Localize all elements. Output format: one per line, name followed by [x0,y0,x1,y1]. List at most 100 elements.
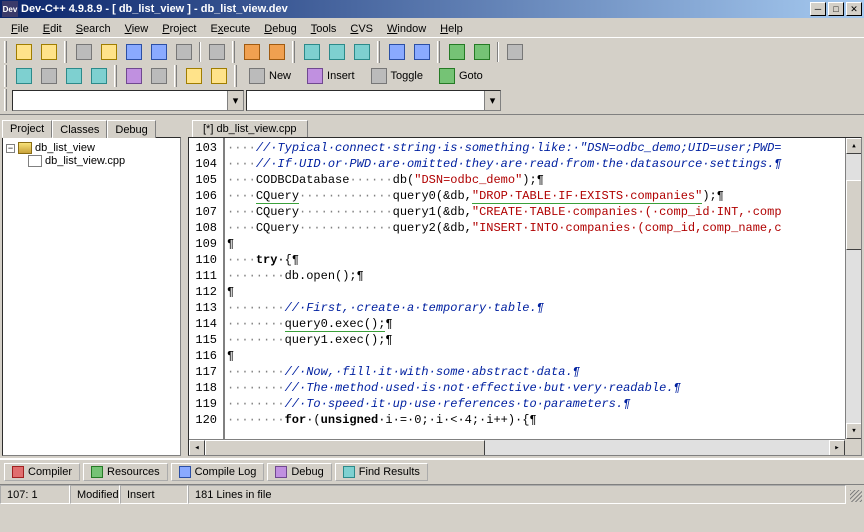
new-project-button[interactable] [445,41,468,63]
toolbar-grip[interactable] [4,89,7,111]
save-button[interactable] [122,41,145,63]
print-button[interactable] [205,41,228,63]
toolbar-grip[interactable] [4,65,7,87]
undo-button[interactable] [240,41,263,63]
tab-project[interactable]: Project [2,120,52,138]
toolbar-grip[interactable] [4,41,7,63]
back-button[interactable] [12,41,35,63]
scroll-right-icon[interactable]: ▸ [829,440,845,456]
replace-button[interactable] [325,41,348,63]
window-title: Dev-C++ 4.9.8.9 - [ db_list_view ] - db_… [21,3,288,15]
editor-tab[interactable]: [*] db_list_view.cpp [192,120,308,137]
compile-button[interactable] [12,65,35,87]
about-button[interactable] [207,65,230,87]
toolbar-grip[interactable] [437,41,440,63]
resources-icon [91,466,103,478]
tab-compiler[interactable]: Compiler [4,463,80,481]
chevron-down-icon[interactable]: ▾ [484,91,500,110]
profile-button[interactable] [147,65,170,87]
close-file-button[interactable] [172,41,195,63]
find-button[interactable] [300,41,323,63]
tab-compile-log[interactable]: Compile Log [171,463,265,481]
add-file-button[interactable] [470,41,493,63]
project-tree[interactable]: − db_list_view db_list_view.cpp [2,137,181,456]
scroll-corner [845,439,861,455]
goto-line-button[interactable] [385,41,408,63]
menu-window[interactable]: Window [380,21,433,37]
goto-button[interactable]: Goto [432,65,490,87]
new-source-button[interactable] [72,41,95,63]
close-button[interactable]: ✕ [846,2,862,16]
menu-cvs[interactable]: CVS [343,21,380,37]
run-button[interactable] [37,65,60,87]
scroll-up-icon[interactable]: ▴ [846,138,862,154]
save-all-button[interactable] [147,41,170,63]
goto-label: Goto [459,70,483,82]
redo-button[interactable] [265,41,288,63]
horizontal-scrollbar[interactable]: ◂ ▸ [189,439,845,455]
toolbar-grip[interactable] [292,41,295,63]
project-options-button[interactable] [503,41,526,63]
forward-button[interactable] [37,41,60,63]
toolbar-grip[interactable] [174,65,177,87]
minimize-button[interactable]: ─ [810,2,826,16]
collapse-icon[interactable]: − [6,144,15,153]
menu-view[interactable]: View [118,21,156,37]
toolbar-grip[interactable] [377,41,380,63]
code-area[interactable]: ····//·Typical·connect·string·is·somethi… [225,138,861,455]
menu-search[interactable]: Search [69,21,118,37]
tree-item[interactable]: db_list_view.cpp [28,155,177,167]
menu-edit[interactable]: Edit [36,21,69,37]
editor-panel: [*] db_list_view.cpp 103 104 105 106 107… [188,115,864,458]
line-gutter: 103 104 105 106 107 108 109 110 111 112 … [189,138,225,455]
tab-debug[interactable]: Debug [267,463,331,481]
log-icon [179,466,191,478]
chevron-down-icon[interactable]: ▾ [227,91,243,110]
scroll-thumb[interactable] [846,180,862,250]
toolbar-grip[interactable] [234,65,237,87]
menu-project[interactable]: Project [155,21,203,37]
menu-execute[interactable]: Execute [204,21,258,37]
compile-run-button[interactable] [62,65,85,87]
code-editor[interactable]: 103 104 105 106 107 108 109 110 111 112 … [188,137,862,456]
tree-root-label[interactable]: db_list_view [35,142,95,154]
compiler-icon [12,466,24,478]
tab-classes[interactable]: Classes [52,120,107,138]
function-combo[interactable]: ▾ [246,90,501,111]
debug-button[interactable] [122,65,145,87]
toolbar-grip[interactable] [232,41,235,63]
vertical-scrollbar[interactable]: ▴ ▾ [845,138,861,439]
menu-bar: File Edit Search View Project Execute De… [0,18,864,37]
status-modified: Modified [70,485,120,504]
tab-label: Compile Log [195,466,257,478]
toolbar-grip[interactable] [114,65,117,87]
scroll-down-icon[interactable]: ▾ [846,423,862,439]
resize-grip[interactable] [846,485,864,504]
open-button[interactable] [97,41,120,63]
tree-root[interactable]: − db_list_view [6,141,177,155]
help-button[interactable] [182,65,205,87]
scroll-thumb[interactable] [205,440,485,456]
insert-button[interactable]: Insert [300,65,362,87]
toggle-button[interactable]: Toggle [364,65,430,87]
menu-help[interactable]: Help [433,21,470,37]
new-source-button-2[interactable]: New [242,65,298,87]
menu-file[interactable]: File [4,21,36,37]
scroll-left-icon[interactable]: ◂ [189,440,205,456]
maximize-button[interactable]: □ [828,2,844,16]
tree-item-label[interactable]: db_list_view.cpp [45,155,125,167]
menu-tools[interactable]: Tools [304,21,344,37]
rebuild-button[interactable] [87,65,110,87]
tab-find-results[interactable]: Find Results [335,463,428,481]
find-again-button[interactable] [350,41,373,63]
tab-resources[interactable]: Resources [83,463,168,481]
toolbar-grip[interactable] [64,41,67,63]
tab-debug[interactable]: Debug [107,120,155,138]
menu-debug[interactable]: Debug [257,21,303,37]
status-bar: 107: 1 Modified Insert 181 Lines in file [0,484,864,504]
main-area: Project Classes Debug − db_list_view db_… [0,114,864,459]
debug-icon [275,466,287,478]
goto-line-2-button[interactable] [410,41,433,63]
status-position: 107: 1 [0,485,70,504]
class-combo[interactable]: ▾ [12,90,244,111]
